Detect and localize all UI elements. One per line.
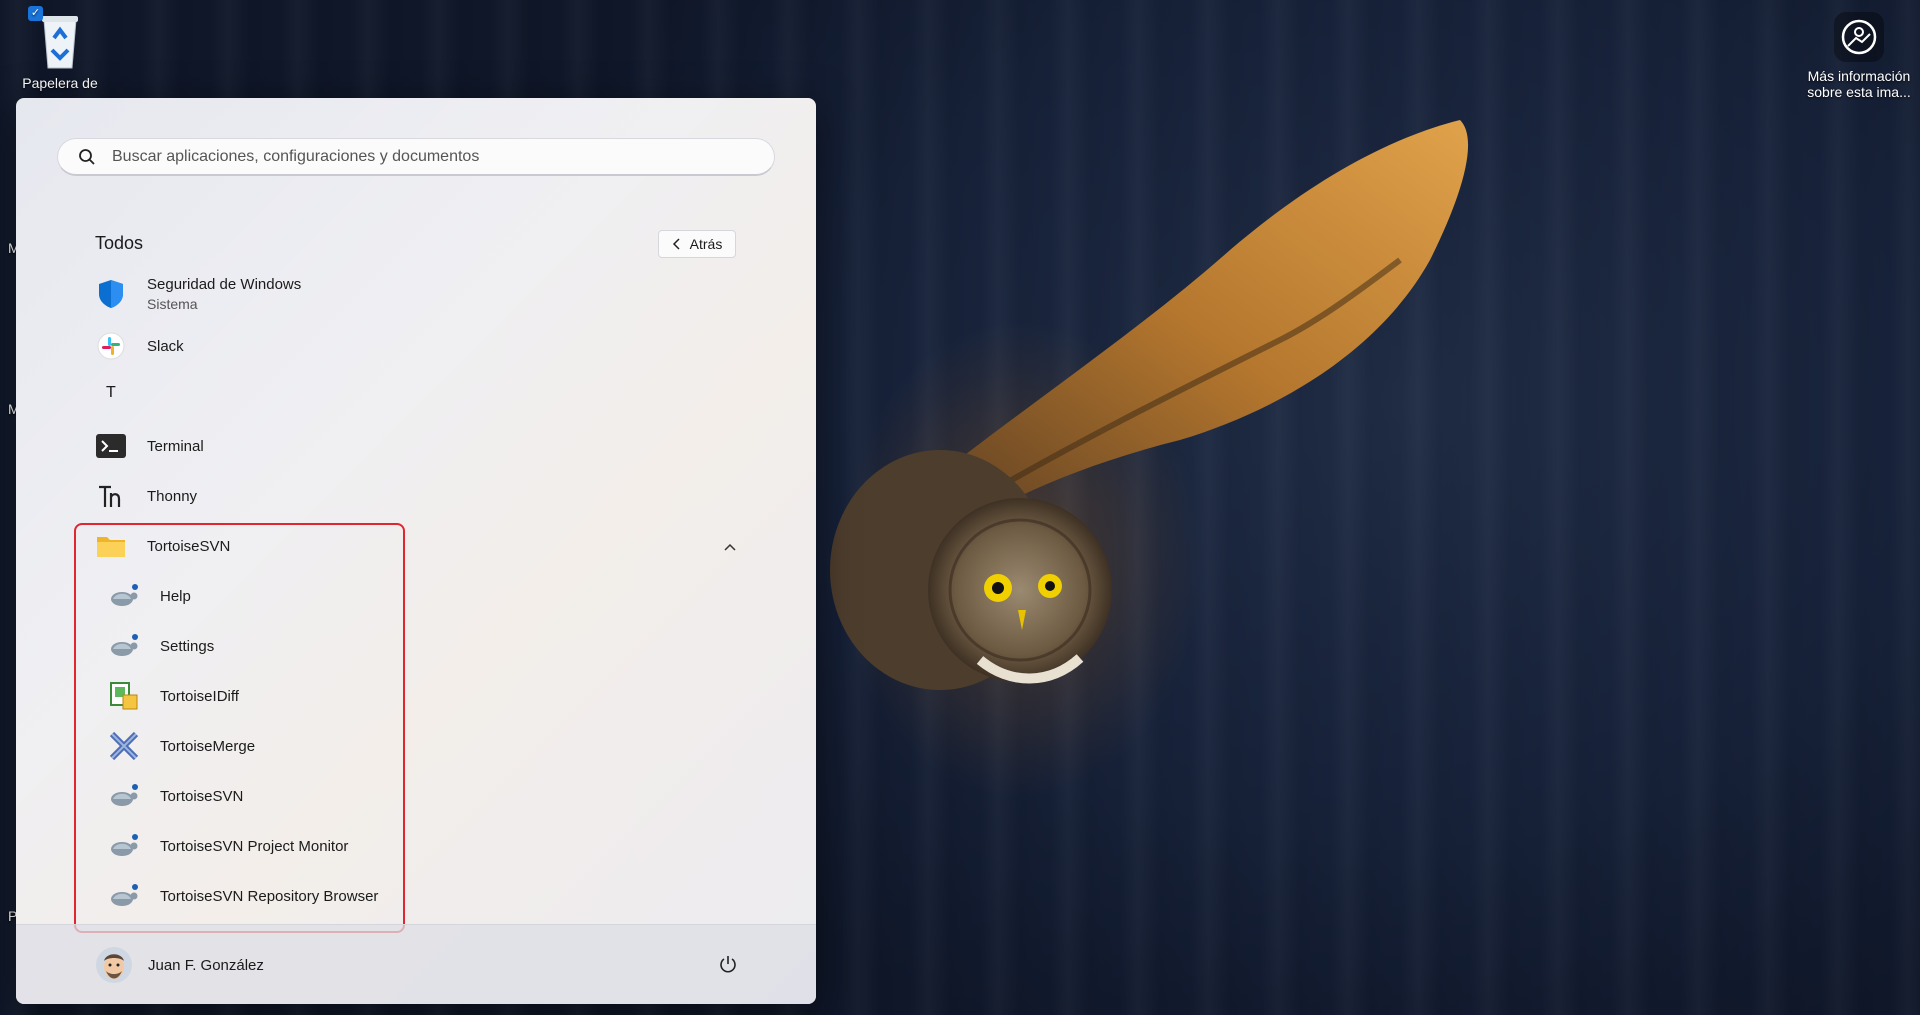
selection-checkbox[interactable]: ✓: [28, 6, 43, 21]
folder-subitem-project-monitor[interactable]: TortoiseSVN Project Monitor: [108, 824, 408, 868]
folder-subitem-label: TortoiseSVN: [160, 787, 244, 805]
recycle-bin-label: Papelera de: [22, 75, 98, 91]
chevron-up-icon[interactable]: [723, 540, 737, 554]
start-menu: Todos Atrás Seguridad de Windows Sistema: [16, 98, 816, 1004]
image-info-label-2: sobre esta ima...: [1807, 84, 1911, 100]
back-button[interactable]: Atrás: [658, 230, 736, 258]
folder-icon: [95, 530, 127, 562]
tortoise-icon: [108, 780, 140, 812]
start-menu-footer: Juan F. González: [16, 924, 816, 1004]
user-name: Juan F. González: [148, 956, 264, 974]
tortoise-idiff-icon: [108, 680, 140, 712]
app-item-thonny[interactable]: Thonny: [88, 474, 768, 518]
tortoise-icon: [108, 580, 140, 612]
slack-icon: [95, 330, 127, 362]
chevron-left-icon: [672, 238, 680, 250]
image-info-label-1: Más información: [1807, 68, 1911, 84]
back-button-label: Atrás: [689, 236, 723, 252]
folder-label: TortoiseSVN: [147, 537, 231, 555]
power-button[interactable]: [715, 951, 741, 977]
folder-subitem-tortoisesvn[interactable]: TortoiseSVN: [108, 774, 408, 818]
folder-subitem-label: TortoiseSVN Repository Browser: [160, 887, 379, 905]
app-item-slack[interactable]: Slack: [88, 324, 768, 368]
folder-subitem-label: Settings: [160, 637, 215, 655]
folder-subitem-label: Help: [160, 587, 191, 605]
avatar: [96, 947, 132, 983]
section-letter-t[interactable]: T: [106, 384, 116, 402]
app-item-label: Terminal: [147, 437, 204, 455]
app-item-label: Slack: [147, 337, 184, 355]
folder-subitem-settings[interactable]: Settings: [108, 624, 408, 668]
app-item-seguridad-de-windows[interactable]: Seguridad de Windows Sistema: [88, 272, 768, 316]
thonny-icon: [95, 480, 127, 512]
list-title: Todos: [95, 233, 144, 253]
folder-item-tortoisesvn[interactable]: TortoiseSVN: [88, 524, 768, 568]
search-icon: [79, 148, 95, 165]
folder-subitem-label: TortoiseMerge: [160, 737, 256, 755]
app-item-subtitle: Sistema: [147, 296, 198, 312]
recycle-bin-shortcut[interactable]: ✓ Papelera de: [12, 6, 108, 91]
shield-icon: [95, 278, 127, 310]
tortoise-icon: [108, 830, 140, 862]
folder-subitem-repository-browser[interactable]: TortoiseSVN Repository Browser: [108, 874, 408, 918]
folder-subitem-label: TortoiseSVN Project Monitor: [160, 837, 349, 855]
camera-info-icon: [1834, 12, 1884, 62]
power-icon: [720, 956, 736, 973]
app-item-terminal[interactable]: Terminal: [88, 424, 768, 468]
folder-subitem-help[interactable]: Help: [108, 574, 408, 618]
search-box[interactable]: [57, 138, 775, 176]
tortoise-icon: [108, 880, 140, 912]
recycle-bin-icon: [42, 16, 78, 69]
tortoise-merge-icon: [108, 730, 140, 762]
folder-subitem-tortoisemerge[interactable]: TortoiseMerge: [108, 724, 408, 768]
search-input[interactable]: [110, 146, 774, 167]
user-account-button[interactable]: Juan F. González: [96, 947, 264, 983]
folder-subitem-tortoiseidiff[interactable]: TortoiseIDiff: [108, 674, 408, 718]
image-info-shortcut[interactable]: Más información sobre esta ima...: [1800, 12, 1918, 100]
folder-subitem-label: TortoiseIDiff: [160, 687, 239, 705]
app-item-label: Thonny: [147, 487, 198, 505]
owl-wallpaper-image: [760, 120, 1469, 830]
app-item-label: Seguridad de Windows: [147, 276, 302, 293]
terminal-icon: [95, 430, 127, 462]
tortoise-icon: [108, 630, 140, 662]
